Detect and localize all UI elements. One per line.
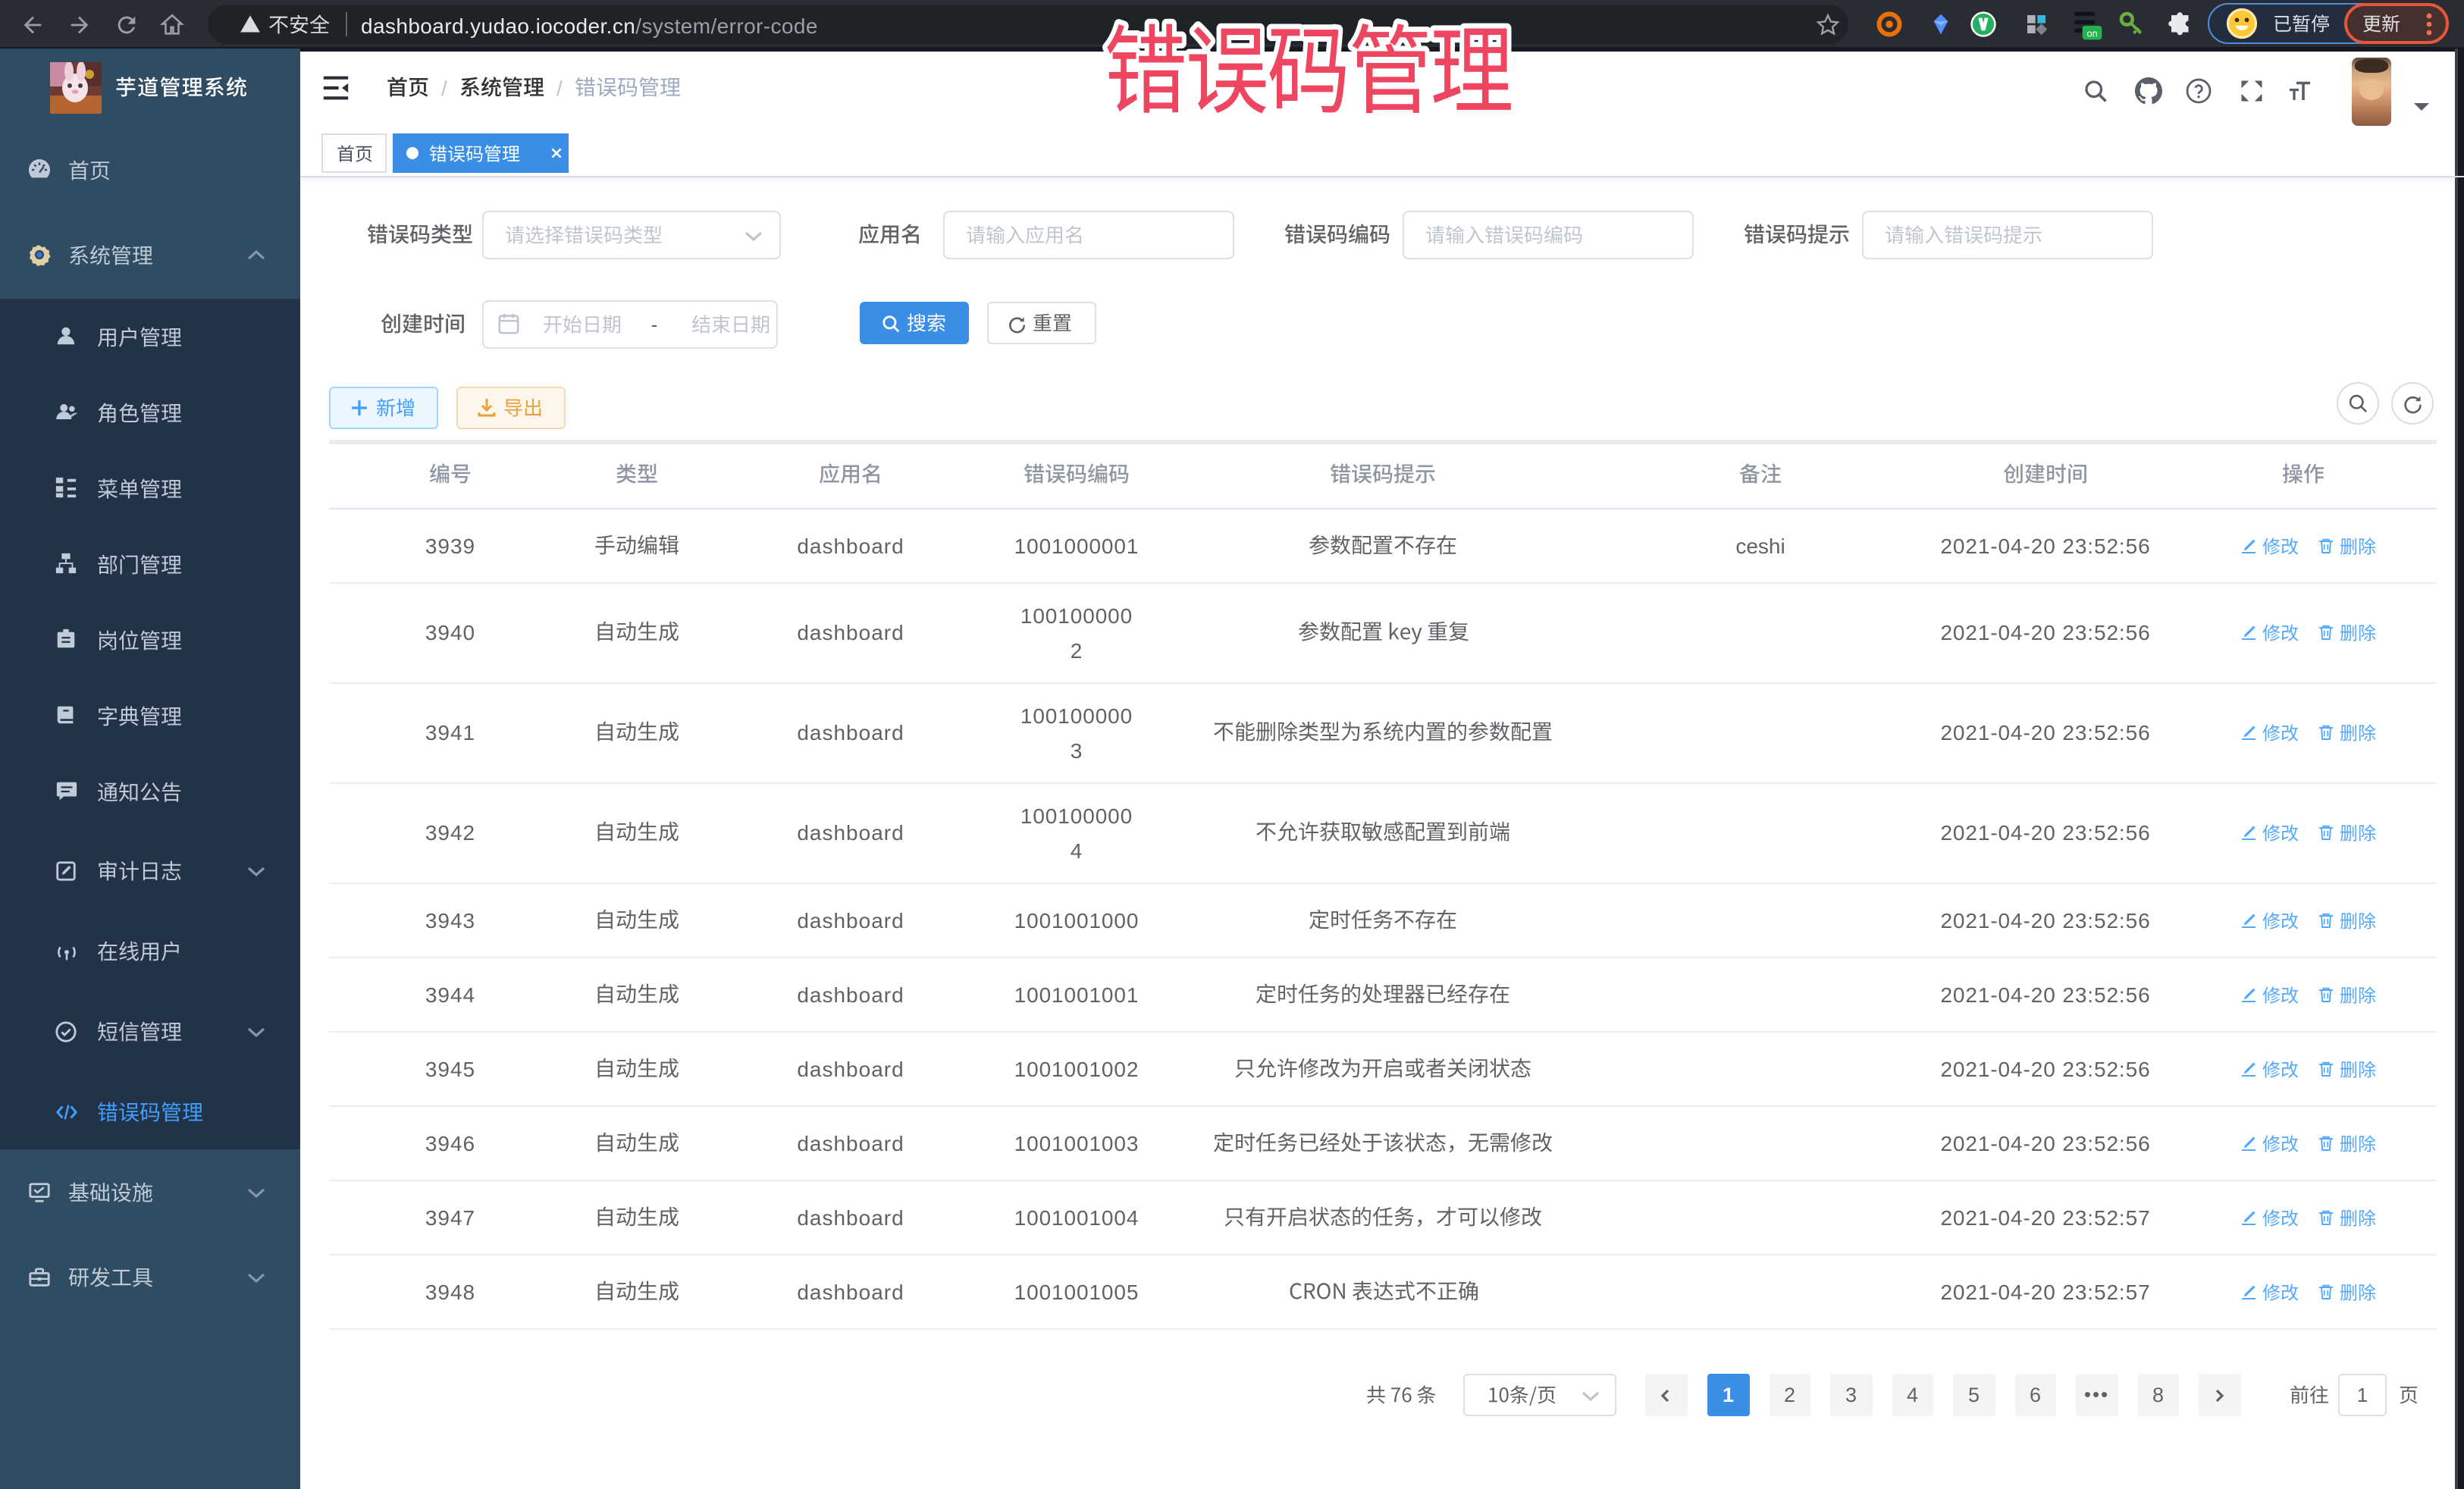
- svg-text:on: on: [2086, 28, 2097, 39]
